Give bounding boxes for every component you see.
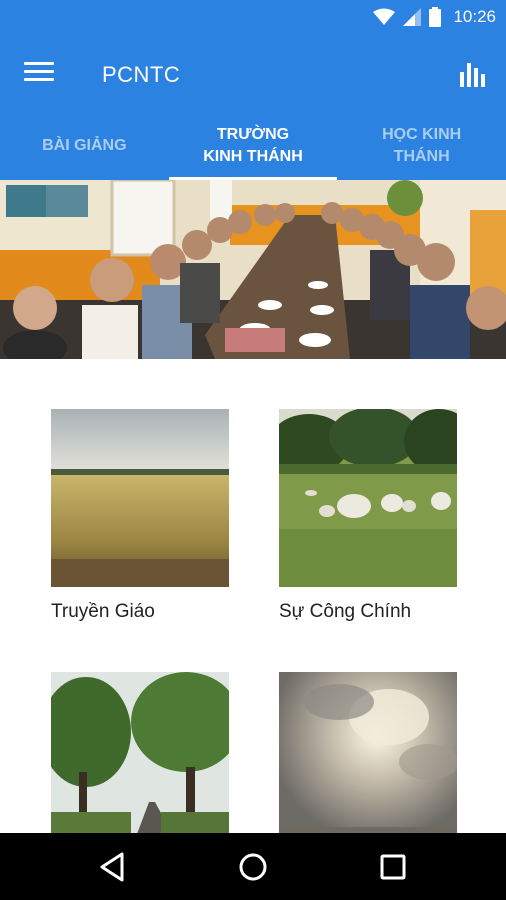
status-icons: 10:26 [373,7,496,27]
battery-icon [429,7,442,27]
category-card[interactable] [51,672,229,833]
tab-bai-giang[interactable]: BÀI GIẢNG [0,112,169,180]
menu-icon[interactable] [24,62,54,86]
tab-bar: BÀI GIẢNG TRƯỜNG KINH THÁNH HỌC KINH THÁ… [0,112,506,180]
bar-chart-icon[interactable] [458,59,488,89]
recents-icon[interactable] [376,850,410,884]
tree-lined-road-image [51,672,229,833]
app-bar: PCNTC [0,37,506,112]
card-label: Truyền Giáo [51,601,155,622]
app-title: PCNTC [102,62,181,87]
tab-hoc-kinh-thanh[interactable]: HỌC KINH THÁNH [337,112,506,180]
sunlit-clouds-image [279,672,457,833]
wheat-field-image [51,409,229,587]
category-card[interactable]: Truyền Giáo [51,409,229,623]
card-label: Sự Công Chính [279,601,412,622]
home-icon[interactable] [236,850,270,884]
back-icon[interactable] [96,850,130,884]
category-grid: Truyền Giáo Sự Công Chính [0,359,506,833]
navigation-bar [0,833,506,900]
banner-photo [0,180,506,359]
category-card[interactable] [279,672,457,833]
status-bar: 10:26 [0,0,506,37]
sheep-meadow-image [279,409,457,587]
cell-signal-icon [403,8,422,26]
status-time: 10:26 [453,7,496,26]
wifi-icon [373,8,396,25]
tab-truong-kinh-thanh[interactable]: TRƯỜNG KINH THÁNH [168,112,338,180]
category-card[interactable]: Sự Công Chính [279,409,457,623]
